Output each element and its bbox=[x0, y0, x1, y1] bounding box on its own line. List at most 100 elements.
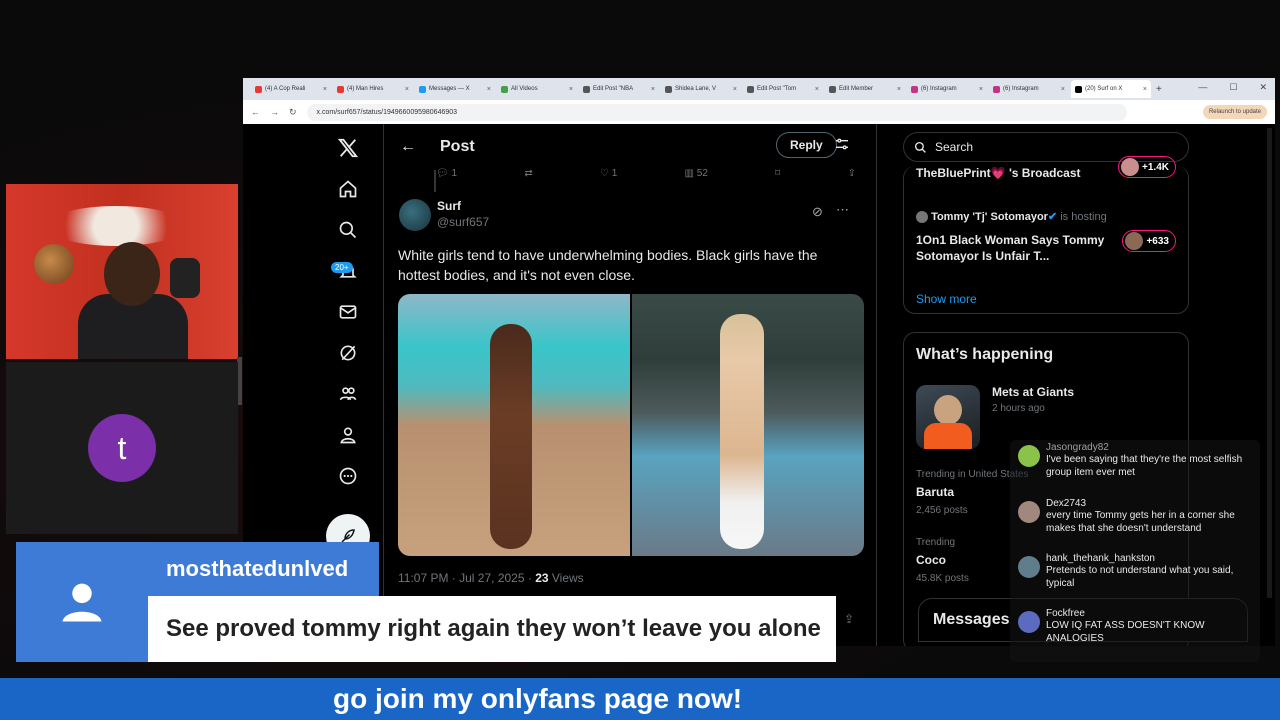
space-title-1[interactable]: TheBluePrint💗 's Broadcast bbox=[916, 166, 1081, 180]
post-more-icon[interactable]: ⋯ bbox=[836, 202, 849, 218]
tab-close-icon[interactable]: × bbox=[323, 86, 327, 93]
tab-label: (6) Instagram bbox=[1003, 86, 1039, 92]
window-controls: — ☐ ✕ bbox=[1198, 82, 1267, 93]
reload-icon[interactable]: ↻ bbox=[289, 107, 297, 118]
space-host[interactable]: Tommy 'Tj' Sotomayor✔︎ is hosting bbox=[916, 210, 1107, 224]
minimize-icon[interactable]: — bbox=[1198, 82, 1207, 93]
tab-close-icon[interactable]: × bbox=[405, 86, 409, 93]
post-media[interactable] bbox=[398, 294, 864, 556]
trend-3-name[interactable]: Coco bbox=[916, 553, 946, 567]
post-meta: 11:07 PM · Jul 27, 2025 · 23 Views bbox=[398, 571, 584, 585]
share-icon-bottom[interactable]: ⇪ bbox=[844, 612, 854, 626]
post-timestamp[interactable]: 11:07 PM · Jul 27, 2025 · bbox=[398, 571, 535, 585]
reply-count-text: 1 bbox=[451, 168, 458, 179]
space-title-2[interactable]: 1On1 Black Woman Says Tommy Sotomayor Is… bbox=[916, 232, 1106, 264]
back-icon[interactable]: ← bbox=[251, 107, 260, 117]
x-logo-icon[interactable] bbox=[336, 136, 360, 160]
tab-close-icon[interactable]: × bbox=[733, 86, 737, 93]
browser-tab[interactable]: Shidea Lane, V × bbox=[661, 80, 741, 98]
browser-tab[interactable]: (6) Instagram × bbox=[989, 80, 1069, 98]
more-icon[interactable] bbox=[336, 464, 360, 488]
tab-label: Messages — X bbox=[429, 86, 470, 92]
view-count[interactable]: ▥ 52 bbox=[685, 168, 708, 179]
post-image-1[interactable] bbox=[398, 294, 630, 556]
messages-drawer-label: Messages bbox=[933, 611, 1010, 628]
tab-label: (6) Instagram bbox=[921, 86, 957, 92]
author-name[interactable]: Surf bbox=[437, 199, 489, 213]
author-handle[interactable]: @surf657 bbox=[437, 215, 489, 229]
space-count-2: +633 bbox=[1146, 235, 1169, 247]
tab-favicon bbox=[1075, 85, 1082, 93]
tab-favicon bbox=[583, 85, 590, 93]
author-avatar[interactable] bbox=[399, 199, 431, 231]
tab-favicon bbox=[255, 85, 262, 93]
tab-close-icon[interactable]: × bbox=[569, 86, 573, 93]
like-count[interactable]: ♡ 1 bbox=[600, 168, 617, 179]
tab-close-icon[interactable]: × bbox=[1143, 86, 1147, 93]
browser-tab[interactable]: (20) Surf on X × bbox=[1071, 80, 1151, 98]
tab-close-icon[interactable]: × bbox=[897, 86, 901, 93]
messages-icon[interactable] bbox=[336, 300, 360, 324]
trend-image[interactable] bbox=[916, 385, 980, 449]
trend-1-name[interactable]: Mets at Giants bbox=[992, 385, 1074, 399]
repost-count[interactable]: ⇄ bbox=[524, 168, 532, 179]
parent-post-actions: 💬︎ 1 ⇄ ♡ 1 ▥ 52 ⌑ ⇪ bbox=[436, 168, 856, 179]
reply-button[interactable]: Reply bbox=[776, 132, 837, 158]
trend-2-name[interactable]: Baruta bbox=[916, 485, 954, 499]
search-icon bbox=[914, 141, 926, 153]
tab-label: All Videos bbox=[511, 86, 538, 92]
grok-explain-icon[interactable]: ⊘ bbox=[812, 204, 823, 220]
tab-label: (4) Man Hires bbox=[347, 86, 384, 92]
post-text: White girls tend to have underwhelming b… bbox=[398, 247, 818, 283]
show-more-link[interactable]: Show more bbox=[916, 292, 977, 306]
browser-tab[interactable]: All Videos × bbox=[497, 80, 577, 98]
tab-close-icon[interactable]: × bbox=[815, 86, 819, 93]
browser-tab[interactable]: (6) Instagram × bbox=[907, 80, 987, 98]
tab-favicon bbox=[829, 85, 836, 93]
post-image-2[interactable] bbox=[632, 294, 864, 556]
filter-icon[interactable] bbox=[834, 136, 850, 157]
tab-favicon bbox=[501, 85, 508, 93]
maximize-icon[interactable]: ☐ bbox=[1229, 82, 1237, 93]
space-listeners-2[interactable]: +633 bbox=[1122, 230, 1176, 252]
browser-tab[interactable]: Messages — X × bbox=[415, 80, 495, 98]
tab-close-icon[interactable]: × bbox=[487, 86, 491, 93]
address-bar-row: ← → ↻ x.com/surf657/status/1949660095980… bbox=[243, 100, 1275, 124]
home-icon[interactable] bbox=[336, 177, 360, 201]
back-arrow-icon[interactable]: ← bbox=[400, 138, 416, 156]
browser-tab[interactable]: Edit Post "Tom × bbox=[743, 80, 823, 98]
reply-count[interactable]: 💬︎ 1 bbox=[436, 168, 457, 179]
notification-badge: 20+ bbox=[331, 262, 353, 273]
tab-close-icon[interactable]: × bbox=[979, 86, 983, 93]
grok-icon[interactable] bbox=[336, 341, 360, 365]
close-icon[interactable]: ✕ bbox=[1259, 82, 1267, 93]
page-scrollbar[interactable] bbox=[1267, 128, 1272, 598]
communities-icon[interactable] bbox=[336, 382, 360, 406]
browser-tab[interactable]: Edit Post "NBA × bbox=[579, 80, 659, 98]
tab-favicon bbox=[911, 85, 918, 93]
share-icon[interactable]: ⇪ bbox=[848, 168, 856, 179]
author-block[interactable]: Surf @surf657 bbox=[437, 199, 489, 229]
person-icon bbox=[62, 583, 102, 622]
bookmark-icon[interactable]: ⌑ bbox=[775, 168, 780, 179]
browser-tab[interactable]: (4) Man Hires × bbox=[333, 80, 413, 98]
space-listeners-1[interactable]: +1.4K bbox=[1118, 156, 1176, 178]
stream-canvas: (4) A Cop Reali × (4) Man Hires × Messages —… bbox=[0, 0, 1280, 720]
ticker-bar: go join my onlyfans page now! bbox=[0, 678, 1280, 720]
forward-icon[interactable]: → bbox=[270, 107, 279, 117]
whats-happening-title: What’s happening bbox=[916, 346, 1054, 363]
url-field[interactable]: x.com/surf657/status/1949660095980646903 bbox=[306, 103, 1127, 121]
explore-icon[interactable] bbox=[336, 218, 360, 242]
chat-username: Fockfree bbox=[1046, 608, 1085, 619]
browser-tab[interactable]: Edit Member × bbox=[825, 80, 905, 98]
chat-text: I've been saying that they're the most s… bbox=[1046, 454, 1243, 478]
profile-icon[interactable] bbox=[336, 423, 360, 447]
tab-close-icon[interactable]: × bbox=[651, 86, 655, 93]
tab-close-icon[interactable]: × bbox=[1061, 86, 1065, 93]
browser-tab[interactable]: (4) A Cop Reali × bbox=[251, 80, 331, 98]
new-tab-icon[interactable]: + bbox=[1156, 84, 1162, 95]
trend-2-sub: 2,456 posts bbox=[916, 505, 968, 516]
chat-message: Jasongrady82 I've been saying that they'r… bbox=[1018, 442, 1254, 479]
relaunch-button[interactable]: Relaunch to update bbox=[1202, 105, 1267, 119]
guest-avatar: t bbox=[88, 414, 156, 482]
